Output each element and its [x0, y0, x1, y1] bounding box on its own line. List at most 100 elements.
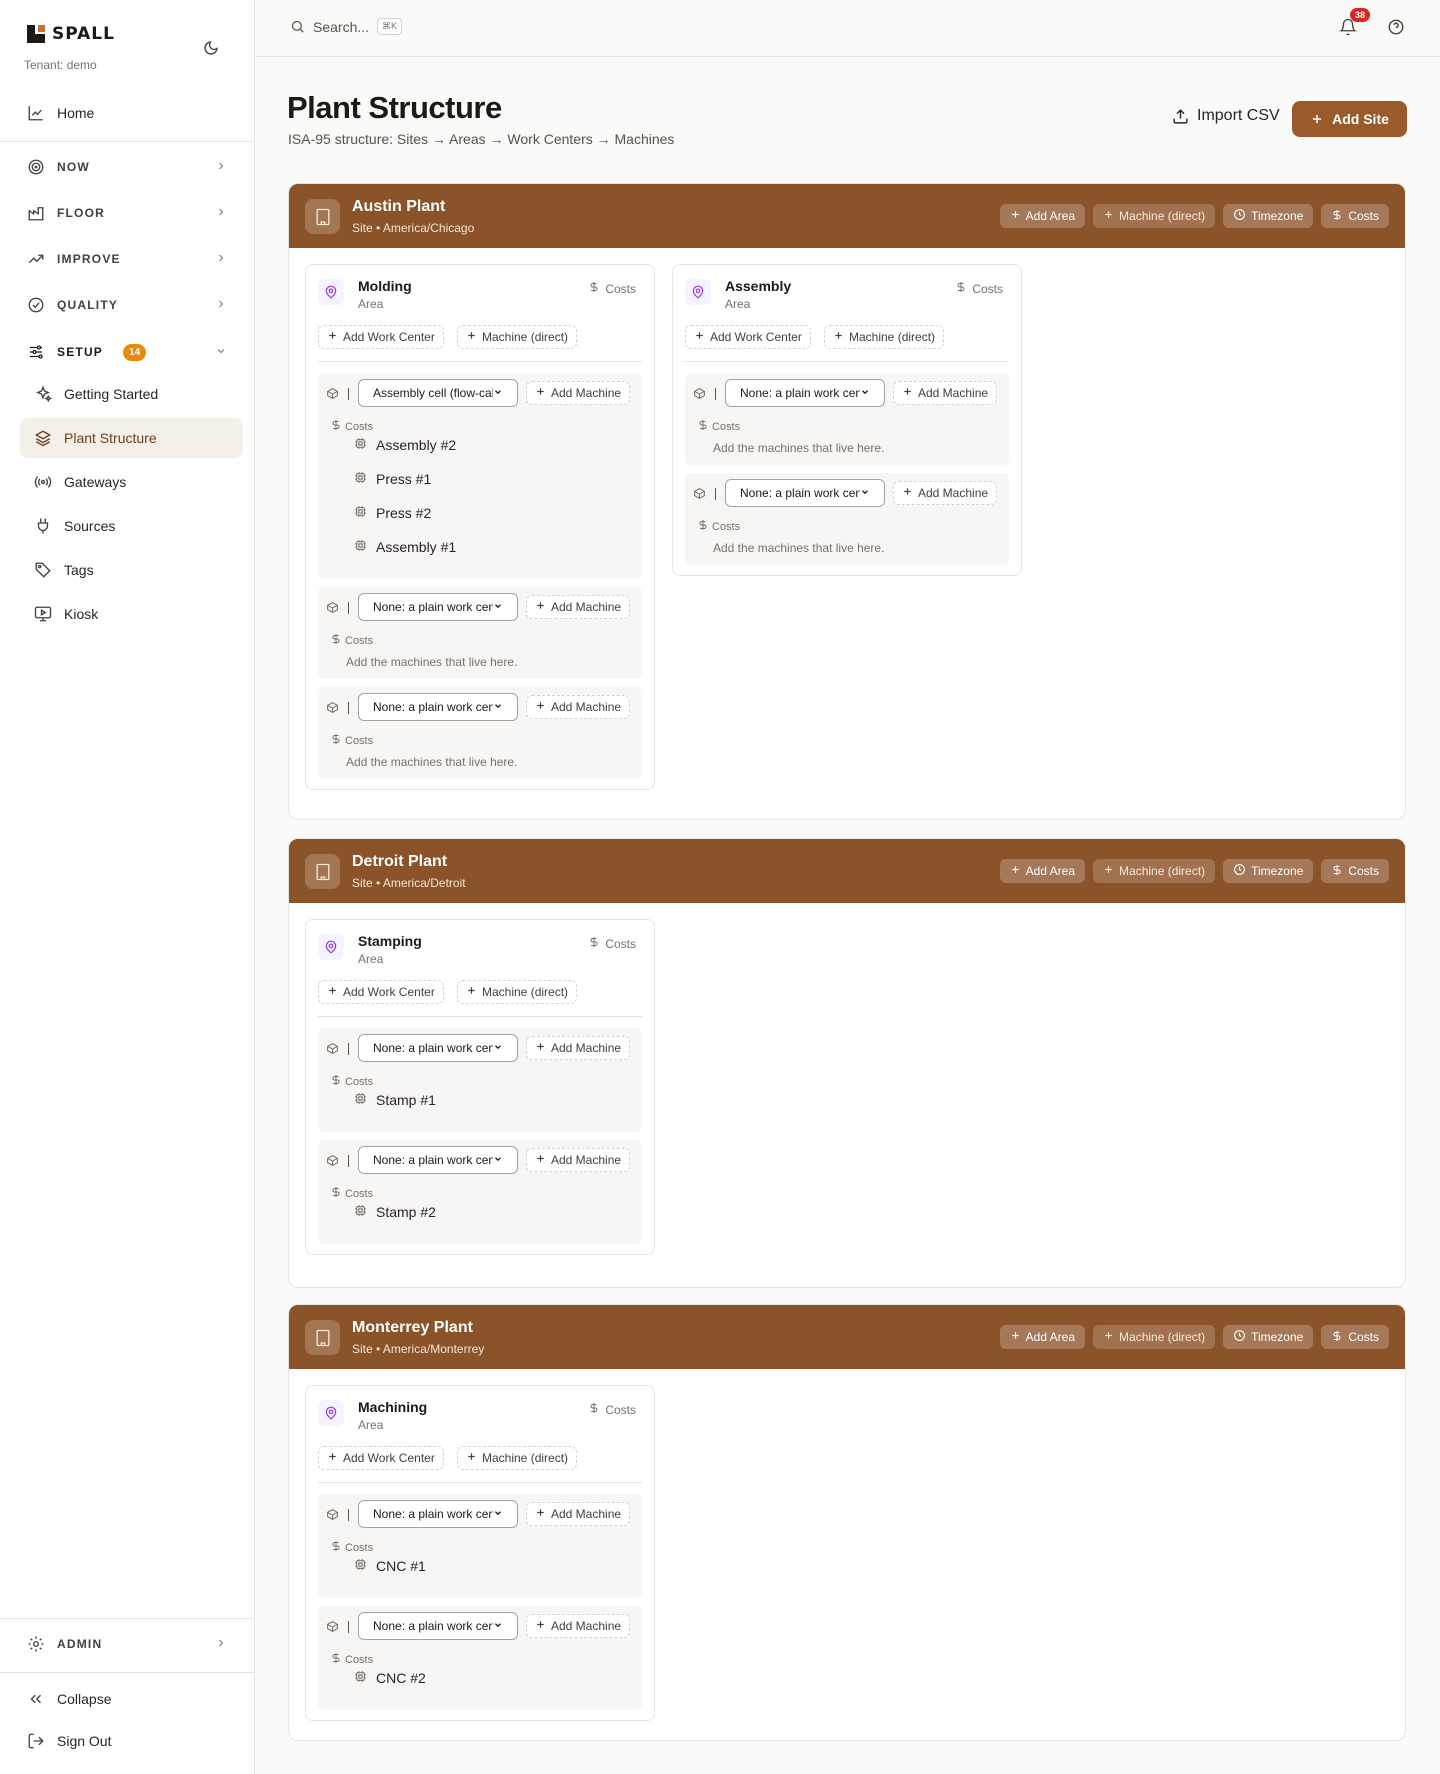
add-work-center-button[interactable]: Add Work Center — [685, 325, 811, 349]
machine-item[interactable]: Press #2 — [354, 505, 431, 521]
timezone-button[interactable]: Timezone — [1223, 204, 1314, 228]
work-center-type-value: None: a plain work cen — [373, 1619, 493, 1633]
work-center-costs-button[interactable]: Costs — [330, 1652, 373, 1667]
nav-gateways[interactable]: Gateways — [20, 462, 243, 502]
machine-item[interactable]: Assembly #2 — [354, 437, 456, 453]
work-center-type-select[interactable]: None: a plain work cen — [358, 1034, 518, 1062]
site-costs-button[interactable]: Costs — [1321, 1325, 1389, 1349]
work-center-type-select[interactable]: None: a plain work cen — [358, 593, 518, 621]
site-costs-button[interactable]: Costs — [1321, 204, 1389, 228]
nav-improve[interactable]: IMPROVE — [20, 239, 243, 279]
drag-handle[interactable] — [348, 602, 349, 614]
dollar-icon — [330, 733, 342, 748]
work-center-costs-button[interactable]: Costs — [697, 519, 740, 534]
add-machine-direct-button[interactable]: Machine (direct) — [457, 1446, 578, 1470]
work-center-costs-button[interactable]: Costs — [330, 1074, 373, 1089]
machine-item[interactable]: CNC #2 — [354, 1670, 426, 1686]
add-area-button[interactable]: Add Area — [999, 204, 1086, 228]
search-icon — [291, 20, 304, 33]
drag-handle[interactable] — [348, 1155, 349, 1167]
nav-home[interactable]: Home — [20, 93, 243, 133]
brand-logo[interactable]: SPALL — [26, 24, 115, 44]
search-input[interactable]: Search... ⌘K — [290, 18, 403, 35]
costs-label: Costs — [712, 420, 741, 433]
costs-label: Costs — [345, 1541, 374, 1554]
work-center-costs-button[interactable]: Costs — [697, 419, 740, 434]
area-costs-button[interactable]: Costs — [588, 936, 636, 951]
site-costs-button[interactable]: Costs — [1321, 859, 1389, 883]
add-machine-direct-button[interactable]: Machine (direct) — [824, 325, 945, 349]
drag-handle[interactable] — [715, 388, 716, 400]
drag-handle[interactable] — [348, 1621, 349, 1633]
add-machine-direct-button[interactable]: Machine (direct) — [457, 325, 578, 349]
add-area-button[interactable]: Add Area — [999, 1325, 1086, 1349]
drag-handle[interactable] — [348, 1509, 349, 1521]
work-center-type-select[interactable]: None: a plain work cen — [725, 379, 885, 407]
box-icon — [693, 487, 706, 505]
area-costs-button[interactable]: Costs — [588, 1402, 636, 1417]
drag-handle[interactable] — [348, 1043, 349, 1055]
add-machine-direct-button[interactable]: Machine (direct) — [1093, 1325, 1216, 1349]
drag-handle[interactable] — [348, 388, 349, 400]
add-machine-direct-button[interactable]: Machine (direct) — [1093, 204, 1216, 228]
machine-item[interactable]: Press #1 — [354, 471, 431, 487]
timezone-button[interactable]: Timezone — [1223, 859, 1314, 883]
add-work-center-button[interactable]: Add Work Center — [318, 325, 444, 349]
add-area-button[interactable]: Add Area — [999, 859, 1086, 883]
machine-item[interactable]: Assembly #1 — [354, 539, 456, 555]
work-center-costs-button[interactable]: Costs — [330, 633, 373, 648]
area-costs-button[interactable]: Costs — [588, 281, 636, 296]
nav-admin[interactable]: ADMIN — [20, 1624, 243, 1664]
import-csv-button[interactable]: Import CSV — [1172, 107, 1280, 125]
nav-sources[interactable]: Sources — [20, 506, 243, 546]
timezone-button[interactable]: Timezone — [1223, 1325, 1314, 1349]
add-machine-direct-button[interactable]: Machine (direct) — [457, 980, 578, 1004]
add-machine-button[interactable]: Add Machine — [526, 1614, 631, 1638]
help-icon[interactable] — [1387, 18, 1405, 41]
machine-item[interactable]: Stamp #2 — [354, 1204, 436, 1220]
add-machine-button[interactable]: Add Machine — [526, 1036, 631, 1060]
work-center-type-select[interactable]: None: a plain work cen — [358, 1146, 518, 1174]
work-center-costs-button[interactable]: Costs — [330, 1540, 373, 1555]
sign-out-button[interactable]: Sign Out — [20, 1721, 243, 1761]
work-center-type-select[interactable]: None: a plain work cen — [358, 1500, 518, 1528]
nav-setup[interactable]: SETUP 14 — [20, 332, 243, 372]
map-pin-icon — [318, 1400, 344, 1426]
machine-item[interactable]: CNC #1 — [354, 1558, 426, 1574]
work-center-costs-button[interactable]: Costs — [330, 1186, 373, 1201]
nav-quality[interactable]: QUALITY — [20, 285, 243, 325]
add-machine-direct-button[interactable]: Machine (direct) — [1093, 859, 1216, 883]
collapse-button[interactable]: Collapse — [20, 1679, 243, 1719]
add-site-button[interactable]: Add Site — [1292, 101, 1407, 137]
add-machine-button[interactable]: Add Machine — [893, 481, 998, 505]
work-center-type-select[interactable]: None: a plain work cen — [358, 1612, 518, 1640]
nav-kiosk[interactable]: Kiosk — [20, 594, 243, 634]
work-center-costs-button[interactable]: Costs — [330, 733, 373, 748]
machine-item[interactable]: Stamp #1 — [354, 1092, 436, 1108]
add-machine-button[interactable]: Add Machine — [526, 1502, 631, 1526]
machine-name: Stamp #2 — [376, 1204, 436, 1220]
box-icon — [326, 1620, 339, 1638]
nav-floor[interactable]: FLOOR — [20, 193, 243, 233]
nav-tags[interactable]: Tags — [20, 550, 243, 590]
add-machine-button[interactable]: Add Machine — [526, 695, 631, 719]
add-machine-button[interactable]: Add Machine — [526, 381, 631, 405]
drag-handle[interactable] — [348, 702, 349, 714]
work-center-type-select[interactable]: Assembly cell (flow-cal — [358, 379, 518, 407]
area-costs-button[interactable]: Costs — [955, 281, 1003, 296]
add-machine-button[interactable]: Add Machine — [526, 595, 631, 619]
add-machine-button[interactable]: Add Machine — [526, 1148, 631, 1172]
theme-toggle-moon-icon[interactable] — [203, 40, 219, 61]
nav-getting-started[interactable]: Getting Started — [20, 374, 243, 414]
nav-plant-structure[interactable]: Plant Structure — [20, 418, 243, 458]
nav-now[interactable]: NOW — [20, 147, 243, 187]
sparkles-icon — [35, 385, 52, 403]
add-work-center-button[interactable]: Add Work Center — [318, 1446, 444, 1470]
work-center-type-select[interactable]: None: a plain work cen — [358, 693, 518, 721]
work-center-costs-button[interactable]: Costs — [330, 419, 373, 434]
drag-handle[interactable] — [715, 488, 716, 500]
plus-icon — [535, 1153, 546, 1167]
add-work-center-button[interactable]: Add Work Center — [318, 980, 444, 1004]
work-center-type-select[interactable]: None: a plain work cen — [725, 479, 885, 507]
add-machine-button[interactable]: Add Machine — [893, 381, 998, 405]
